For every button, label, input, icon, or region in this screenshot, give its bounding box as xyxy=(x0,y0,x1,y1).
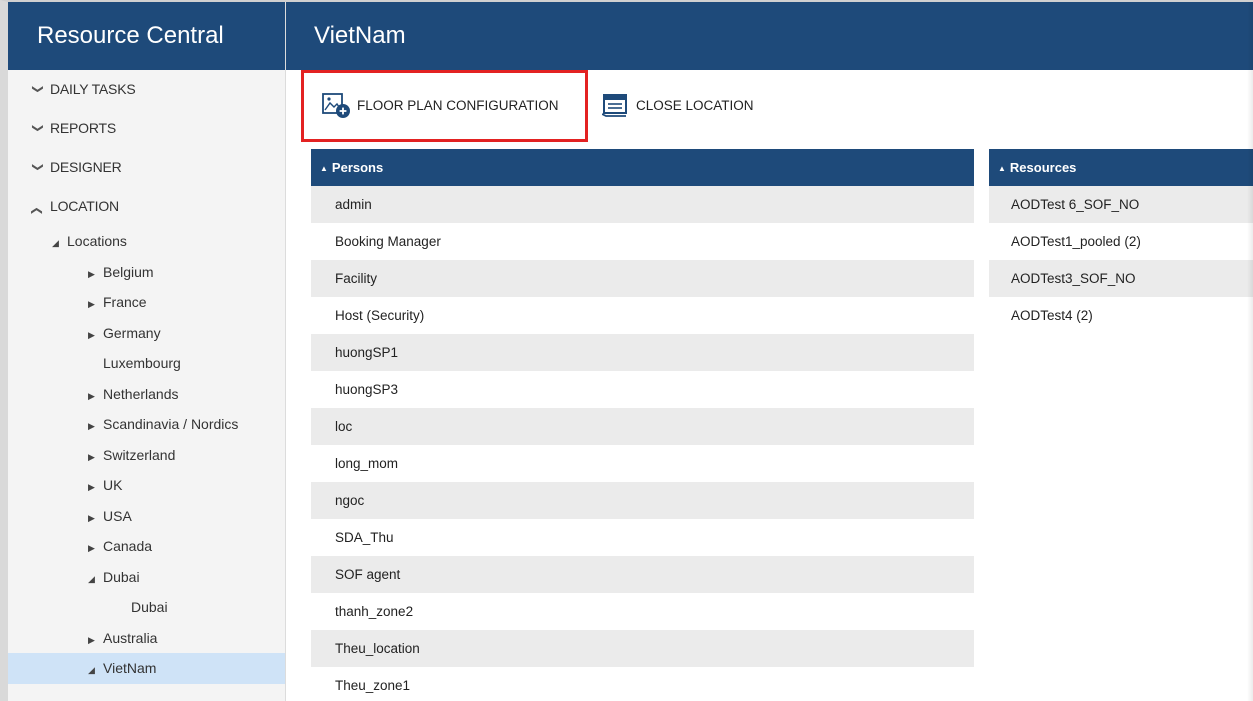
section-label: DESIGNER xyxy=(50,159,122,175)
expand-triangle-icon[interactable]: ▶ xyxy=(88,503,100,534)
resources-header[interactable]: ▲ Resources xyxy=(989,149,1253,186)
expand-triangle-icon[interactable]: ▶ xyxy=(88,442,100,473)
tree-node-netherlands[interactable]: ▶ Netherlands xyxy=(8,379,285,410)
tree-node-label: VietNam xyxy=(103,660,157,676)
app-window: Resource Central ❯ DAILY TASKS ❯ REPORTS ❯… xyxy=(0,0,1253,701)
table-row[interactable]: Facility xyxy=(311,260,974,297)
table-row[interactable]: AODTest 6_SOF_NO xyxy=(989,186,1253,223)
sort-ascending-icon: ▲ xyxy=(320,164,328,173)
tree-node-label: Australia xyxy=(103,629,158,646)
chevron-down-icon: ❯ xyxy=(31,162,44,172)
sidebar: Resource Central ❯ DAILY TASKS ❯ REPORTS ❯… xyxy=(8,2,286,701)
tree-node-uk[interactable]: ▶ UK xyxy=(8,470,285,501)
table-row[interactable]: AODTest3_SOF_NO xyxy=(989,260,1253,297)
section-label: REPORTS xyxy=(50,120,117,136)
table-row[interactable]: loc xyxy=(311,408,974,445)
chevron-down-icon: ❯ xyxy=(31,123,44,133)
chevron-down-icon: ❯ xyxy=(31,84,44,94)
close-location-label: CLOSE LOCATION xyxy=(636,97,754,113)
main-content: VietNam FLOOR PLAN CONFIGURATION CLOSE L… xyxy=(286,2,1253,701)
section-daily-tasks[interactable]: ❯ DAILY TASKS xyxy=(8,70,285,109)
table-row[interactable]: thanh_zone2 xyxy=(311,593,974,630)
tree-node-usa[interactable]: ▶ USA xyxy=(8,501,285,532)
tree-node-label: Dubai xyxy=(103,568,140,585)
tree-node-label: UK xyxy=(103,477,123,493)
expand-triangle-icon[interactable]: ▶ xyxy=(88,259,100,290)
tree-node-vietnam[interactable]: ◢ VietNam xyxy=(8,653,285,684)
resources-header-label: Resources xyxy=(1009,160,1077,175)
section-designer[interactable]: ❯ DESIGNER xyxy=(8,148,285,187)
chevron-up-icon: ❯ xyxy=(30,206,43,216)
persons-grid: ▲ Persons admin Booking Manager Facility … xyxy=(311,149,974,701)
tree-node-label: Dubai xyxy=(131,599,168,615)
table-row[interactable]: Theu_location xyxy=(311,630,974,667)
tree-node-scandinavia[interactable]: ▶ Scandinavia / Nordics xyxy=(8,409,285,440)
table-row[interactable]: admin xyxy=(311,186,974,223)
page-title: VietNam xyxy=(286,2,1253,70)
section-reports[interactable]: ❯ REPORTS xyxy=(8,109,285,148)
section-label: LOCATION xyxy=(50,198,119,214)
expand-triangle-icon[interactable]: ▶ xyxy=(88,381,100,412)
floor-plan-add-icon xyxy=(322,93,350,118)
expand-triangle-icon[interactable]: ▶ xyxy=(88,289,100,320)
tree-node-label: Canada xyxy=(103,538,153,554)
table-row[interactable]: AODTest4 (2) xyxy=(989,297,1253,334)
window-edge-shadow xyxy=(1247,2,1253,701)
expand-triangle-icon[interactable]: ▶ xyxy=(88,411,100,442)
section-location[interactable]: ❯ LOCATION xyxy=(8,187,285,226)
persons-header[interactable]: ▲ Persons xyxy=(311,149,974,186)
collapse-triangle-icon[interactable]: ◢ xyxy=(52,228,64,259)
table-row[interactable]: huongSP1 xyxy=(311,334,974,371)
tree-node-label: USA xyxy=(103,507,132,524)
section-label: DAILY TASKS xyxy=(50,81,136,97)
resources-grid: ▲ Resources AODTest 6_SOF_NO AODTest1_poo… xyxy=(989,149,1253,334)
tree-node-germany[interactable]: ▶ Germany xyxy=(8,318,285,349)
tree-node-label: Locations xyxy=(67,233,127,249)
close-location-button[interactable]: CLOSE LOCATION xyxy=(602,70,754,140)
tree-node-dubai-child[interactable]: Dubai xyxy=(8,592,285,623)
app-title: Resource Central xyxy=(8,2,285,70)
floor-plan-configuration-label: FLOOR PLAN CONFIGURATION xyxy=(357,97,559,113)
toolbar: FLOOR PLAN CONFIGURATION CLOSE LOCATION xyxy=(286,70,1253,140)
table-row[interactable]: Booking Manager xyxy=(311,223,974,260)
expand-triangle-icon[interactable]: ▶ xyxy=(88,472,100,503)
tree-node-label: France xyxy=(103,294,147,310)
expand-triangle-icon[interactable]: ▶ xyxy=(88,533,100,564)
expand-triangle-icon[interactable]: ▶ xyxy=(88,320,100,351)
expand-triangle-icon[interactable]: ▶ xyxy=(88,625,100,656)
table-row[interactable]: long_mom xyxy=(311,445,974,482)
tree-node-france[interactable]: ▶ France xyxy=(8,287,285,318)
close-location-icon xyxy=(602,94,627,117)
table-row[interactable]: Host (Security) xyxy=(311,297,974,334)
table-row[interactable]: ngoc xyxy=(311,482,974,519)
floor-plan-configuration-button[interactable]: FLOOR PLAN CONFIGURATION xyxy=(321,70,559,140)
tree-node-belgium[interactable]: ▶ Belgium xyxy=(8,257,285,288)
table-row[interactable]: SDA_Thu xyxy=(311,519,974,556)
tree-node-label: Scandinavia / Nordics xyxy=(103,416,239,432)
table-row[interactable]: Theu_zone1 xyxy=(311,667,974,701)
tree-node-dubai[interactable]: ◢ Dubai xyxy=(8,562,285,593)
table-row[interactable]: AODTest1_pooled (2) xyxy=(989,223,1253,260)
collapse-triangle-icon[interactable]: ◢ xyxy=(88,655,100,686)
tree-node-australia[interactable]: ▶ Australia xyxy=(8,623,285,654)
tree-node-luxembourg[interactable]: Luxembourg xyxy=(8,348,285,379)
sort-ascending-icon: ▲ xyxy=(998,164,1006,173)
tree-node-label: Luxembourg xyxy=(103,355,181,371)
tree-node-locations[interactable]: ◢ Locations xyxy=(8,226,285,257)
location-tree: ◢ Locations ▶ Belgium ▶ France ▶ Germany Lux… xyxy=(8,226,285,684)
tree-node-label: Netherlands xyxy=(103,385,179,402)
tree-node-label: Belgium xyxy=(103,263,154,280)
tree-node-label: Switzerland xyxy=(103,446,176,463)
tree-node-label: Germany xyxy=(103,324,161,341)
tree-node-canada[interactable]: ▶ Canada xyxy=(8,531,285,562)
table-row[interactable]: huongSP3 xyxy=(311,371,974,408)
persons-header-label: Persons xyxy=(331,160,384,175)
collapse-triangle-icon[interactable]: ◢ xyxy=(88,564,100,595)
table-row[interactable]: SOF agent xyxy=(311,556,974,593)
tree-node-switzerland[interactable]: ▶ Switzerland xyxy=(8,440,285,471)
